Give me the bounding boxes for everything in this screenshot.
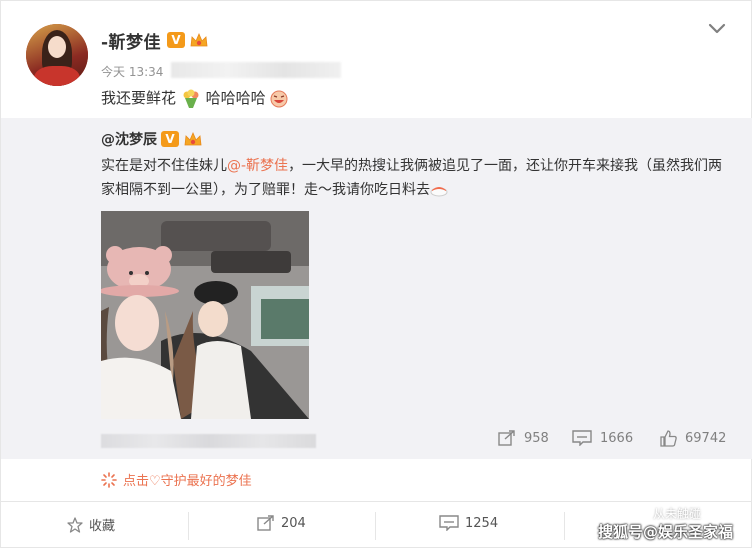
verified-badge-icon: V (167, 32, 185, 48)
sushi-emoji-icon (430, 187, 448, 197)
source-blurred (171, 62, 341, 78)
avatar-dress (34, 66, 80, 86)
promo-label: 点击♡守护最好的梦佳 (123, 474, 252, 489)
action-separator (375, 512, 376, 540)
mention-link[interactable]: @-靳梦佳 (227, 158, 288, 174)
favorite-star-icon (67, 516, 83, 533)
repost-author[interactable]: @沈梦辰 (101, 129, 157, 149)
comment-count-label: 1666 (600, 430, 634, 446)
post-time[interactable]: 今天 13:34 (101, 63, 163, 80)
repost-like-count[interactable]: 69742 (660, 430, 726, 447)
forward-button[interactable]: 204 (257, 515, 306, 531)
forward-icon (257, 515, 274, 531)
repost-meta-blurred (101, 434, 316, 448)
favorite-label: 收藏 (89, 519, 116, 534)
car-selfie-image (101, 211, 309, 419)
comment-icon (572, 430, 592, 446)
comment-icon (439, 515, 459, 531)
like-icon (660, 430, 677, 447)
chevron-down-icon[interactable] (707, 21, 727, 35)
repost-text: 实在是对不住佳妹儿@-靳梦佳，一大早的热搜让我俩被追见了一面，还让你开车来接我（… (101, 154, 729, 202)
like-count-label: 69742 (685, 431, 727, 446)
weibo-post-card: -靳梦佳 V 今天 13:34 我还要鲜花 哈哈哈哈 @沈梦辰 V 实在是对不住… (0, 0, 752, 548)
avatar-face (48, 36, 66, 58)
crown-badge-icon (184, 131, 202, 146)
post-text: 我还要鲜花 哈哈哈哈 (101, 87, 288, 109)
laugh-emoji-icon (270, 90, 288, 107)
repost-box: @沈梦辰 V 实在是对不住佳妹儿@-靳梦佳，一大早的热搜让我俩被追见了一面，还让… (1, 118, 752, 459)
repost-comment-count[interactable]: 1666 (572, 430, 633, 446)
repost-photo[interactable] (101, 211, 309, 419)
post-text-main: 我还要鲜花 (101, 89, 177, 107)
heart-promo-icon (101, 471, 117, 488)
forward-count-label: 958 (524, 430, 549, 446)
favorite-button[interactable]: 收藏 (67, 515, 115, 534)
repost-forward-count[interactable]: 958 (498, 430, 549, 446)
author-avatar[interactable] (26, 24, 88, 86)
flower-emoji-icon (183, 89, 199, 108)
verified-badge-icon: V (161, 131, 179, 147)
action-bar-divider (1, 501, 752, 502)
watermark-main: 搜狐号@娱乐圣家福 (598, 523, 734, 541)
repost-text-before: 实在是对不住佳妹儿 (101, 158, 227, 174)
forward-icon (498, 430, 515, 446)
crown-badge-icon (190, 32, 208, 47)
action-separator (188, 512, 189, 540)
comment-button[interactable]: 1254 (439, 515, 498, 531)
watermark-sub: 从未触碰 (653, 507, 702, 521)
post-text-laugh: 哈哈哈哈 (205, 89, 266, 107)
author-name[interactable]: -靳梦佳 (101, 28, 161, 53)
action-separator (564, 512, 565, 540)
comment-action-count: 1254 (465, 515, 499, 531)
forward-action-count: 204 (281, 515, 306, 531)
promo-link[interactable]: 点击♡守护最好的梦佳 (101, 470, 252, 489)
